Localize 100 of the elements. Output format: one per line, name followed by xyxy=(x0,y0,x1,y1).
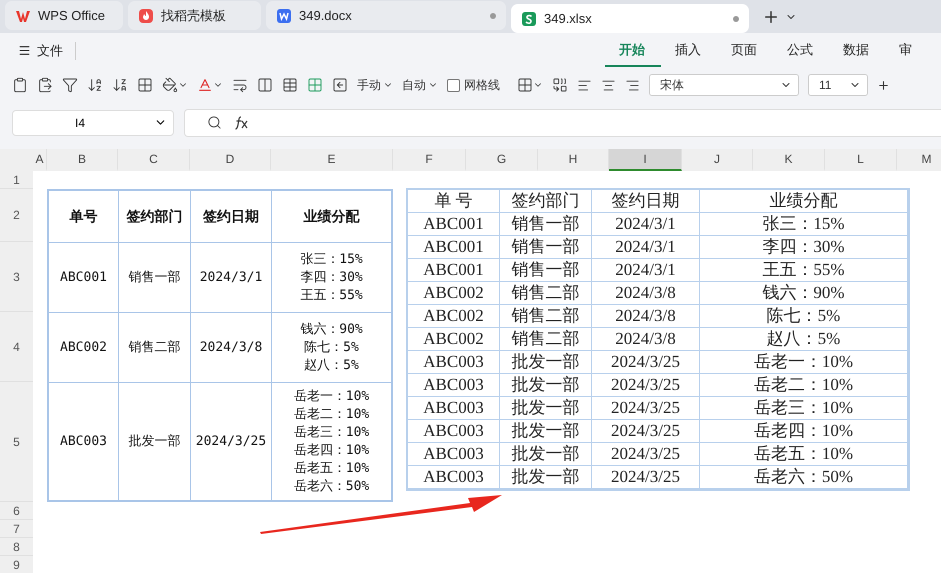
fill-color-icon[interactable] xyxy=(162,77,188,93)
table-cell: 陈七：5% xyxy=(700,305,908,328)
table-cell: 批发一部 xyxy=(500,374,592,397)
table-cell: 批发一部 xyxy=(500,397,592,420)
allocation-line: 岳老四：10% xyxy=(294,442,370,460)
table-cell: 销售二部 xyxy=(500,328,592,351)
table-icon[interactable] xyxy=(282,77,298,93)
cell-format-icon[interactable] xyxy=(517,77,543,93)
table-cell: 销售二部 xyxy=(118,312,190,382)
allocation-line: 张三：15% xyxy=(300,250,363,268)
table-cell: 王五：55% xyxy=(700,259,908,282)
column-header[interactable]: E xyxy=(271,149,393,171)
wrap-text-icon[interactable] xyxy=(232,77,248,93)
sort-descending-icon[interactable] xyxy=(112,77,128,93)
gridlines-checkbox[interactable]: 网格线 xyxy=(447,76,500,94)
document-tab[interactable]: 349.docx xyxy=(266,1,506,30)
table-header-cell: 签约日期 xyxy=(190,189,271,242)
sort-ascending-icon[interactable] xyxy=(87,77,103,93)
align-right-icon[interactable] xyxy=(625,78,640,92)
document-tab[interactable]: 找稻壳模板 xyxy=(128,1,261,30)
table-cell: 2024/3/8 xyxy=(592,328,700,351)
table-cell: 销售一部 xyxy=(500,236,592,259)
column-header[interactable]: F xyxy=(393,149,466,171)
table-cell: 岳老三：10% xyxy=(700,397,908,420)
name-box[interactable]: I4 xyxy=(12,110,174,136)
ribbon-tab[interactable]: 审 xyxy=(885,34,941,66)
column-header[interactable]: M xyxy=(897,149,941,171)
row-header[interactable]: 2 xyxy=(0,189,33,242)
ribbon-tab[interactable]: 页面 xyxy=(717,34,773,66)
table-cell: ABC003 xyxy=(408,443,500,466)
table-cell: 2024/3/1 xyxy=(592,259,700,282)
table-cell: ABC001 xyxy=(408,236,500,259)
table-cell: 2024/3/25 xyxy=(592,420,700,443)
font-size-field[interactable]: 11 xyxy=(808,74,868,96)
table-cell: 2024/3/25 xyxy=(190,382,271,502)
column-header[interactable]: J xyxy=(682,149,753,171)
column-width-dropdown[interactable]: 自动 xyxy=(402,76,438,94)
function-icon[interactable] xyxy=(234,116,250,130)
allocation-line: 岳老三：10% xyxy=(294,424,370,442)
table-cell: ABC001 xyxy=(47,242,118,312)
row-header[interactable]: 6 xyxy=(0,502,33,520)
row-header[interactable]: 1 xyxy=(0,171,33,189)
row-header[interactable]: 9 xyxy=(0,556,33,573)
row-header[interactable]: 7 xyxy=(0,520,33,538)
table-cell: ABC002 xyxy=(408,282,500,305)
exit-icon[interactable] xyxy=(332,77,348,93)
border-icon[interactable] xyxy=(137,77,153,93)
table-cell: 销售二部 xyxy=(500,305,592,328)
table-cell: 岳老四：10% xyxy=(700,420,908,443)
increase-font-icon[interactable] xyxy=(877,78,890,92)
freeze-icon[interactable] xyxy=(307,77,323,93)
document-tab[interactable]: WPS Office xyxy=(5,1,123,30)
formula-field[interactable] xyxy=(184,108,941,136)
allocation-line: 岳老一：10% xyxy=(294,388,370,406)
column-header[interactable]: A xyxy=(33,149,47,171)
ribbon-tab[interactable]: 开始 xyxy=(605,34,661,66)
ribbon-tab[interactable]: 公式 xyxy=(773,34,829,66)
table-cell: ABC001 xyxy=(408,259,500,282)
zoom-icon[interactable] xyxy=(207,115,222,130)
row-header[interactable]: 8 xyxy=(0,538,33,556)
table-cell: 批发一部 xyxy=(500,420,592,443)
column-header[interactable]: L xyxy=(825,149,897,171)
columns-icon[interactable] xyxy=(257,77,273,93)
ribbon-tab[interactable]: 数据 xyxy=(829,34,885,66)
table-cell: 岳老一：10% xyxy=(700,351,908,374)
column-header[interactable]: K xyxy=(753,149,825,171)
align-left-icon[interactable] xyxy=(577,78,592,92)
table-header-cell: 业绩分配 xyxy=(271,189,393,242)
document-logo-icon xyxy=(276,8,292,24)
ribbon-tab[interactable]: 插入 xyxy=(661,34,717,66)
paste-icon[interactable] xyxy=(12,77,28,93)
column-header[interactable]: I xyxy=(609,149,682,171)
align-center-icon[interactable] xyxy=(601,78,616,92)
row-height-dropdown[interactable]: 手动 xyxy=(357,76,393,94)
table-cell: ABC003 xyxy=(408,351,500,374)
table-cell: 2024/3/25 xyxy=(592,374,700,397)
font-name-field[interactable]: 宋体 xyxy=(649,74,799,96)
table-cell: 岳老六：50% xyxy=(700,466,908,489)
column-header[interactable]: B xyxy=(47,149,118,171)
menu-icon xyxy=(18,44,31,57)
document-tab[interactable]: 349.xlsx xyxy=(511,4,749,33)
column-header[interactable]: H xyxy=(538,149,609,171)
table-header-cell: 单 号 xyxy=(408,190,500,213)
paste-format-icon[interactable] xyxy=(37,77,53,93)
row-header[interactable]: 4 xyxy=(0,312,33,382)
column-header[interactable]: G xyxy=(466,149,538,171)
row-header[interactable]: 5 xyxy=(0,382,33,502)
filter-icon[interactable] xyxy=(62,77,78,93)
row-header[interactable]: 3 xyxy=(0,242,33,312)
table-cell: 2024/3/25 xyxy=(592,351,700,374)
column-header[interactable]: D xyxy=(190,149,271,171)
table-cell: ABC001 xyxy=(408,213,500,236)
file-menu-button[interactable]: 文件 xyxy=(18,42,76,60)
font-color-icon[interactable] xyxy=(197,77,223,93)
merge-icon[interactable] xyxy=(552,77,568,93)
column-header[interactable]: C xyxy=(118,149,190,171)
allocation-line: 岳老五：10% xyxy=(294,460,370,478)
table-cell: 2024/3/8 xyxy=(190,312,271,382)
table-cell: 批发一部 xyxy=(118,382,190,502)
table-cell: 赵八：5% xyxy=(700,328,908,351)
